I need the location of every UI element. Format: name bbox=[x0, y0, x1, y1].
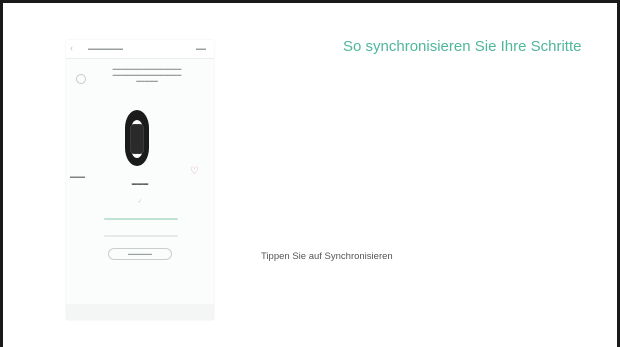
slide-caption: Tippen Sie auf Synchronisieren bbox=[261, 251, 393, 262]
info-icon bbox=[76, 74, 86, 84]
phone-sync-button: ▬▬▬▬▬▬ bbox=[108, 248, 172, 260]
phone-divider-bar bbox=[104, 235, 178, 237]
fitness-band-icon bbox=[122, 110, 152, 166]
phone-header-title: ▬▬▬▬▬▬▬ bbox=[88, 46, 123, 52]
slide: So synchronisieren Sie Ihre Schritte ‹ ▬… bbox=[0, 0, 620, 347]
check-icon: ✓ bbox=[137, 199, 143, 205]
phone-info-text: ▬▬▬▬▬▬▬▬▬▬▬▬▬▬▬▬ ▬▬▬▬▬▬▬▬▬▬▬▬▬▬▬▬ ▬▬▬▬▬ bbox=[112, 66, 182, 83]
heart-icon: ♡ bbox=[190, 166, 199, 177]
phone-header: ‹ ▬▬▬▬▬▬▬ ▬▬ bbox=[66, 40, 214, 59]
phone-progress-bar bbox=[104, 218, 178, 220]
slide-title: So synchronisieren Sie Ihre Schritte bbox=[343, 38, 582, 55]
phone-screenshot: ‹ ▬▬▬▬▬▬▬ ▬▬ ▬▬▬▬▬▬▬▬▬▬▬▬▬▬▬▬ ▬▬▬▬▬▬▬▬▬▬▬… bbox=[66, 40, 214, 320]
phone-device-name: ▬▬▬ bbox=[131, 181, 149, 187]
phone-info-notice: ▬▬▬▬▬▬▬▬▬▬▬▬▬▬▬▬ ▬▬▬▬▬▬▬▬▬▬▬▬▬▬▬▬ ▬▬▬▬▬ bbox=[76, 66, 204, 98]
phone-switch-link: ▬▬▬ bbox=[70, 174, 85, 180]
phone-bottom-area bbox=[66, 304, 214, 320]
phone-header-action: ▬▬ bbox=[196, 46, 206, 52]
back-arrow-icon: ‹ bbox=[70, 43, 73, 53]
